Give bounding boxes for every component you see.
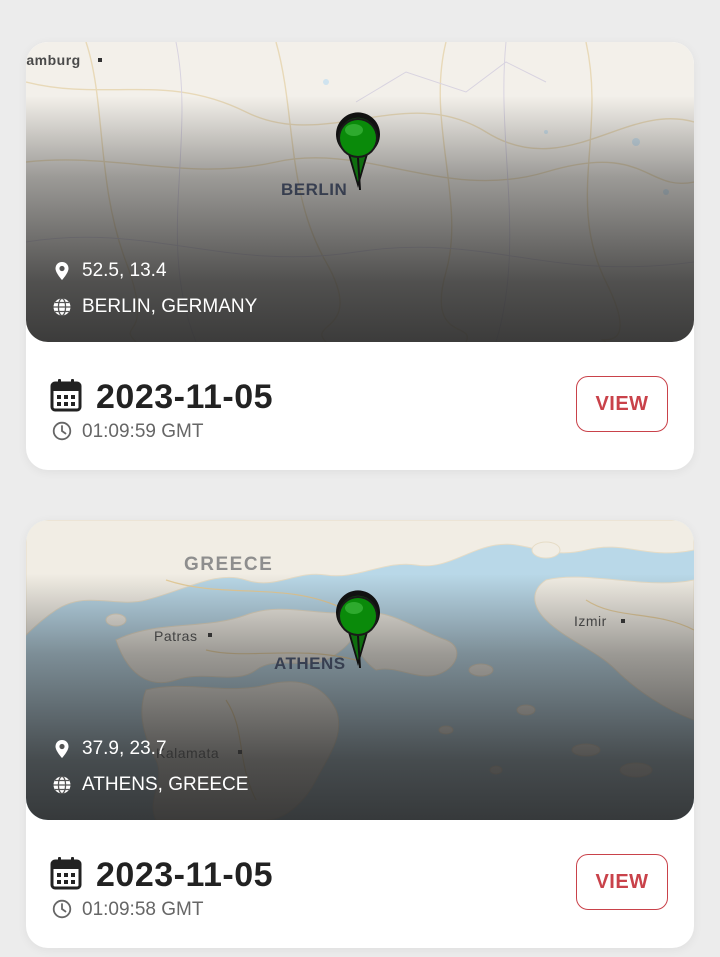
map-label-izmir: Izmir xyxy=(574,613,607,629)
time-text: 01:09:59 GMT xyxy=(82,421,204,442)
location-card: GREECE Patras Izmir Kalamata ATHENS 37.9… xyxy=(26,520,694,948)
coords-row: 52.5, 13.4 xyxy=(52,260,167,282)
location-row: ATHENS, GREECE xyxy=(52,774,248,796)
time-text: 01:09:58 GMT xyxy=(82,899,204,920)
map-thumbnail[interactable]: GREECE Patras Izmir Kalamata ATHENS 37.9… xyxy=(26,520,694,820)
map-pin-marker[interactable] xyxy=(330,110,386,194)
location-row: BERLIN, GERMANY xyxy=(52,296,257,318)
coords-row: 37.9, 23.7 xyxy=(52,738,167,760)
calendar-icon xyxy=(50,857,82,890)
calendar-icon xyxy=(50,379,82,412)
map-label-nearby: lamburg xyxy=(26,52,81,68)
map-label-patras: Patras xyxy=(154,628,198,644)
card-footer: 2023-11-05 01:09:58 GMT VIEW xyxy=(26,820,694,948)
view-button[interactable]: VIEW xyxy=(576,376,668,432)
map-pin-icon xyxy=(55,262,69,280)
location-text: BERLIN, GERMANY xyxy=(82,296,258,317)
date-text: 2023-11-05 xyxy=(96,856,274,894)
map-label-country: GREECE xyxy=(184,554,274,575)
map-pin-marker[interactable] xyxy=(330,588,386,672)
globe-icon xyxy=(53,775,71,795)
clock-icon xyxy=(52,899,72,919)
location-text: ATHENS, GREECE xyxy=(82,774,249,795)
globe-icon xyxy=(53,297,71,317)
coords-text: 52.5, 13.4 xyxy=(82,260,167,281)
view-button[interactable]: VIEW xyxy=(576,854,668,910)
card-footer: 2023-11-05 01:09:59 GMT VIEW xyxy=(26,342,694,470)
coords-text: 37.9, 23.7 xyxy=(82,738,167,759)
clock-icon xyxy=(52,421,72,441)
map-pin-icon xyxy=(55,740,69,758)
location-card: lamburg BERLIN 52.5, 13.4 BERLIN, GERMAN… xyxy=(26,42,694,470)
map-thumbnail[interactable]: lamburg BERLIN 52.5, 13.4 BERLIN, GERMAN… xyxy=(26,42,694,342)
date-text: 2023-11-05 xyxy=(96,378,274,416)
